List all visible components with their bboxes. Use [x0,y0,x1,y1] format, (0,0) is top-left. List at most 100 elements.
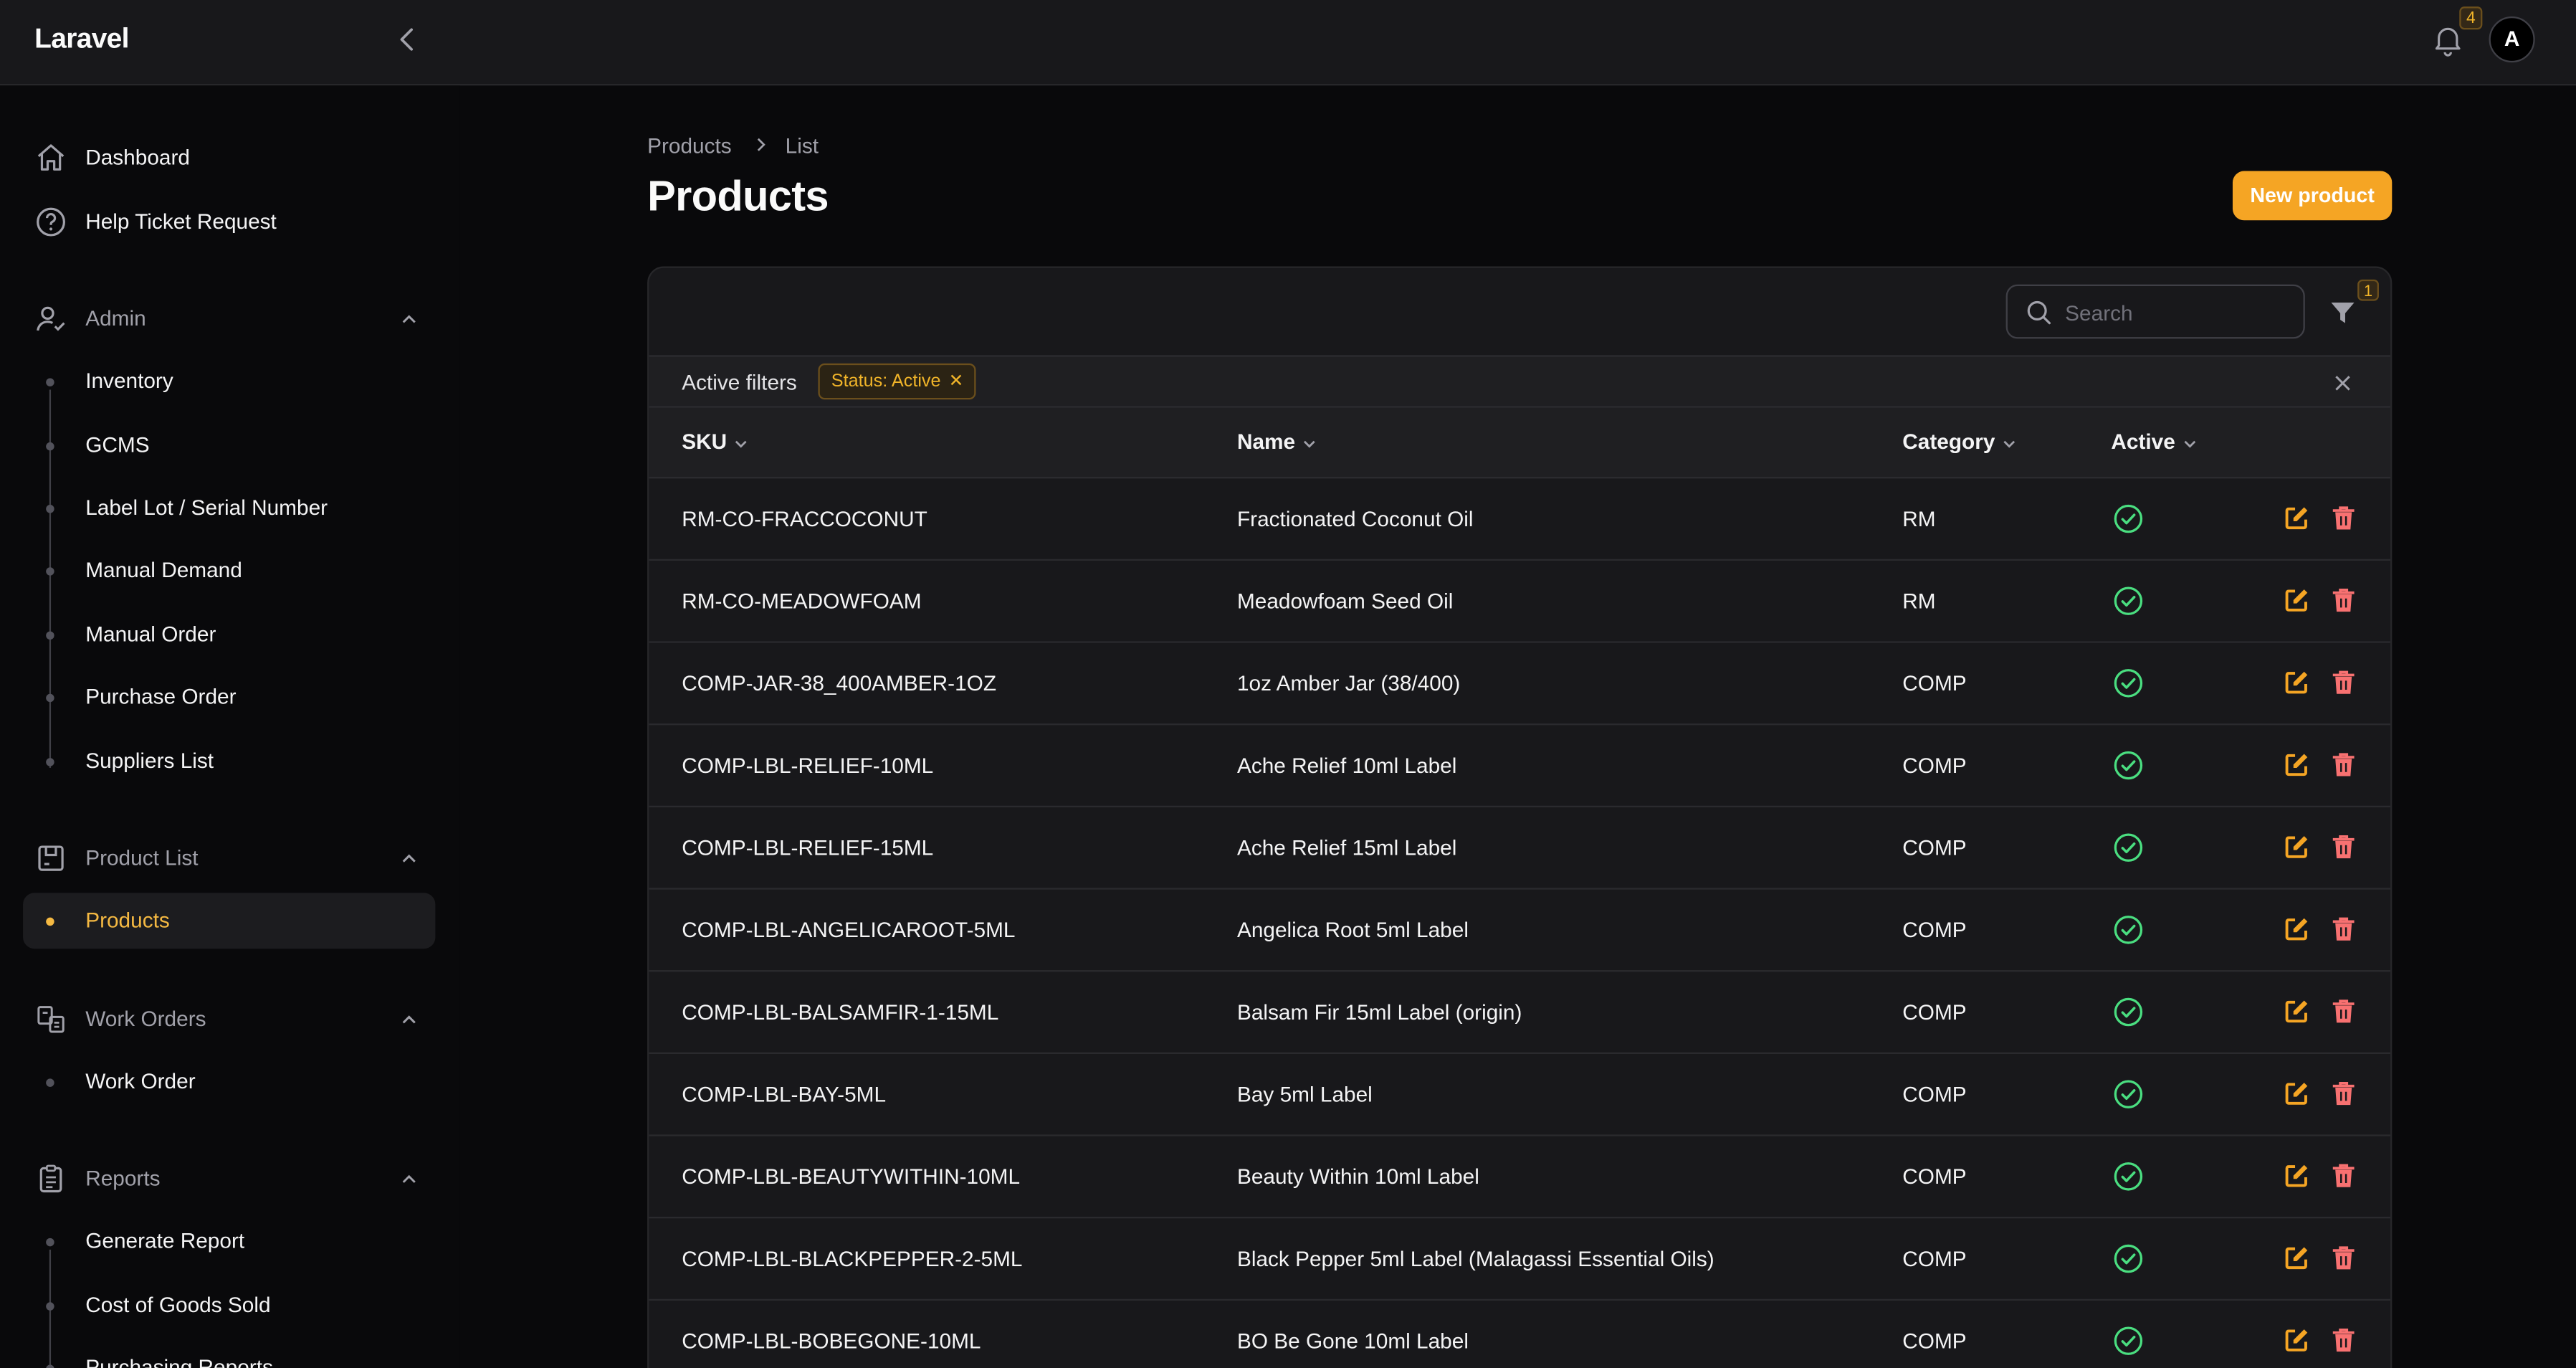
table-row[interactable]: COMP-LBL-BLACKPEPPER-2-5ML Black Pepper 5… [649,1218,2391,1301]
sidebar-item-gcms[interactable]: GCMS [23,417,435,473]
table-row[interactable]: COMP-LBL-ANGELICAROOT-5ML Angelica Root 5… [649,890,2391,972]
table-row[interactable]: COMP-LBL-BALSAMFIR-1-15ML Balsam Fir 15ml… [649,972,2391,1055]
sidebar-item-label: Purchasing Reports [85,1354,273,1368]
name-cell: Bay 5ml Label [1236,1081,1373,1107]
table-row[interactable]: COMP-JAR-38_400AMBER-1OZ 1oz Amber Jar (3… [649,643,2391,726]
sidebar-item-suppliers-list[interactable]: Suppliers List [23,733,435,789]
sidebar-group-reports[interactable]: Reports [23,1151,435,1207]
table-row[interactable]: RM-CO-MEADOWFOAM Meadowfoam Seed Oil RM [649,561,2391,643]
sidebar-item-cogs[interactable]: Cost of Goods Sold [23,1278,435,1334]
column-header-label: Active [2111,429,2175,454]
edit-icon[interactable] [2284,669,2310,695]
table-row[interactable]: COMP-LBL-RELIEF-15ML Ache Relief 15ml Lab… [649,807,2391,890]
trash-icon[interactable] [2331,505,2355,531]
edit-icon[interactable] [2284,1245,2310,1271]
avatar[interactable]: A [2489,16,2535,63]
category-cell: COMP [1902,670,1967,696]
trash-icon[interactable] [2331,751,2355,778]
trash-icon[interactable] [2331,587,2355,614]
column-header-category[interactable]: Category [1902,429,2018,454]
search-icon [2027,300,2051,325]
table-row[interactable]: COMP-LBL-RELIEF-10ML Ache Relief 10ml Lab… [649,725,2391,808]
sidebar-item-label-lot[interactable]: Label Lot / Serial Number [23,480,435,536]
edit-icon[interactable] [2284,587,2310,614]
brand-logo[interactable]: Laravel [34,23,129,56]
check-circle-icon [2114,1244,2143,1273]
sidebar-item-inventory[interactable]: Inventory [23,353,435,409]
sidebar-item-label: Inventory [85,368,173,394]
bullet-icon [46,1078,54,1087]
filter-chip-status: Status: Active ✕ [818,363,975,400]
chevron-up-icon[interactable] [399,309,419,329]
collapse-sidebar-icon[interactable] [391,23,424,56]
sidebar-item-purchase-order[interactable]: Purchase Order [23,669,435,725]
edit-icon[interactable] [2284,505,2310,531]
trash-icon[interactable] [2331,669,2355,695]
filter-count-badge: 1 [2357,279,2379,301]
sidebar-group-label: Reports [85,1165,161,1191]
bullet-icon [46,917,54,926]
sidebar-group-work-orders[interactable]: Work Orders [23,992,435,1048]
table-row[interactable]: COMP-LBL-BEAUTYWITHIN-10ML Beauty Within … [649,1136,2391,1219]
chevron-up-icon[interactable] [399,1169,419,1189]
chevron-up-icon[interactable] [399,848,419,868]
active-filters-bar: Active filters Status: Active ✕ [649,355,2391,408]
sidebar-item-purchasing-reports[interactable]: Purchasing Reports [23,1340,435,1368]
breadcrumb-parent[interactable]: Products [647,133,732,158]
trash-icon[interactable] [2331,916,2355,942]
sidebar-group-admin[interactable]: Admin [23,291,435,347]
sidebar-item-work-order[interactable]: Work Order [23,1054,435,1110]
remove-filter-icon[interactable]: ✕ [949,365,964,398]
sidebar-item-dashboard[interactable]: Dashboard [23,130,435,186]
edit-icon[interactable] [2284,916,2310,942]
sidebar-item-label: Manual Order [85,621,216,647]
sku-cell: COMP-LBL-BLACKPEPPER-2-5ML [682,1246,1023,1271]
name-cell: Black Pepper 5ml Label (Malagassi Essent… [1236,1246,1714,1271]
check-circle-icon [2114,504,2143,533]
chevron-up-icon[interactable] [399,1010,419,1030]
category-cell: COMP [1902,1081,1967,1107]
edit-icon[interactable] [2284,1080,2310,1107]
trash-icon[interactable] [2331,1162,2355,1189]
clear-filters-icon[interactable] [2333,374,2353,394]
question-circle-icon [37,207,65,237]
trash-icon[interactable] [2331,1080,2355,1107]
column-header-label: Category [1902,429,1995,454]
search-input[interactable]: Search [2005,284,2305,339]
edit-icon[interactable] [2284,834,2310,860]
filter-icon[interactable] [2328,298,2357,327]
bullet-icon [46,758,54,766]
breadcrumb-current: List [785,133,819,158]
trash-icon[interactable] [2331,1327,2355,1354]
chevron-down-icon [1304,440,1316,447]
trash-icon[interactable] [2331,834,2355,860]
table-row[interactable]: RM-CO-FRACCOCONUT Fractionated Coconut Oi… [649,478,2391,561]
table-row[interactable]: COMP-LBL-BAY-5ML Bay 5ml Label COMP [649,1054,2391,1136]
column-header-name[interactable]: Name [1237,429,1318,454]
sidebar-item-help-ticket[interactable]: Help Ticket Request [23,194,435,250]
name-cell: Meadowfoam Seed Oil [1236,589,1454,614]
sku-cell: COMP-LBL-RELIEF-15ML [682,835,934,860]
sidebar-item-generate-report[interactable]: Generate Report [23,1213,435,1269]
chevron-down-icon [2184,440,2196,447]
sidebar-item-manual-order[interactable]: Manual Order [23,607,435,662]
bullet-icon [46,1302,54,1311]
edit-icon[interactable] [2284,1162,2310,1189]
sidebar-item-manual-demand[interactable]: Manual Demand [23,543,435,599]
name-cell: BO Be Gone 10ml Label [1236,1328,1469,1354]
column-header-sku[interactable]: SKU [682,429,750,454]
bullet-icon [46,378,54,386]
edit-icon[interactable] [2284,1327,2310,1354]
column-header-active[interactable]: Active [2111,429,2198,454]
bullet-icon [46,442,54,451]
edit-icon[interactable] [2284,998,2310,1025]
table-row[interactable]: COMP-LBL-BOBEGONE-10ML BO Be Gone 10ml La… [649,1301,2390,1368]
sidebar-item-products[interactable]: Products [23,893,436,949]
clipboard-icon [39,1164,62,1193]
check-circle-icon [2114,1326,2143,1355]
trash-icon[interactable] [2331,998,2355,1025]
trash-icon[interactable] [2331,1245,2355,1271]
new-product-button[interactable]: New product [2232,171,2393,221]
edit-icon[interactable] [2284,751,2310,778]
sidebar-group-product-list[interactable]: Product List [23,830,435,886]
